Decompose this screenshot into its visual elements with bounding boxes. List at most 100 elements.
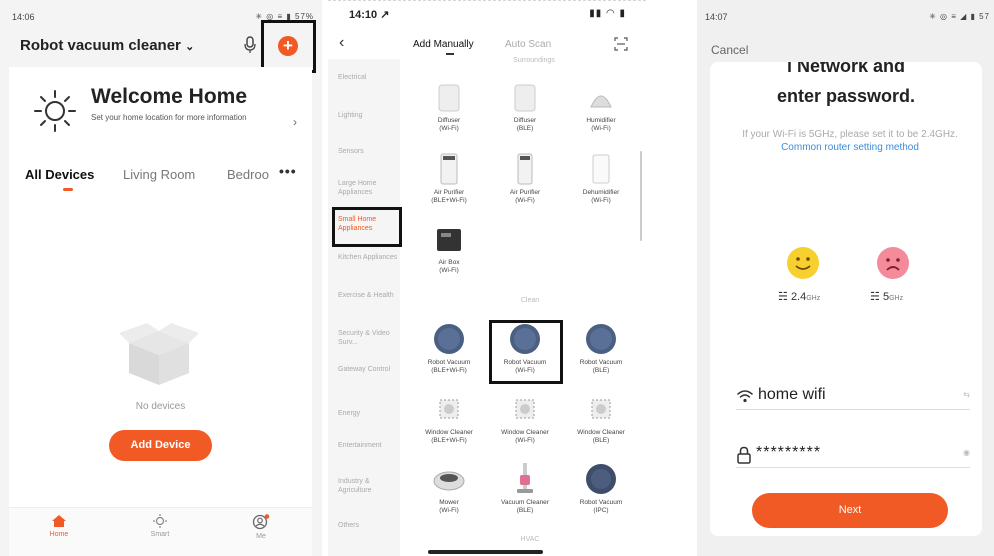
cancel-button[interactable]: Cancel [711,43,748,57]
device-air-purifier-ble-wifi[interactable]: Air Purifier (BLE+Wi-Fi) [412,151,486,205]
status-icons: ▮▮ ◠ ▮ [589,8,626,19]
air-purifier-icon [440,153,458,185]
tab-auto-scan[interactable]: Auto Scan [505,39,551,50]
home-icon [52,515,66,527]
device-protocol: (Wi-Fi) [439,125,459,132]
home-name: Robot vacuum cleaner [20,37,181,54]
category-lighting[interactable]: Lighting [338,111,398,120]
band-5ghz: ☵ 5GHz [870,290,903,303]
category-entertainment[interactable]: Entertainment [338,441,398,450]
category-gateway[interactable]: Gateway Control [338,365,398,374]
category-energy[interactable]: Energy [338,409,398,418]
device-mower-wifi[interactable]: Mower (Wi-Fi) [412,461,486,515]
home-indicator [428,550,543,554]
diffuser-icon [514,84,536,112]
category-electrical[interactable]: Electrical [338,73,398,82]
tab-living-room[interactable]: Living Room [123,167,195,182]
add-device-panel: 14:10 ↗ ▮▮ ◠ ▮ ‹ Add Manually Auto Scan … [328,0,646,556]
location-hint[interactable]: Set your home location for more informat… [91,113,251,123]
category-security[interactable]: Security & Video Surv... [338,329,398,347]
password-value: ********* [756,444,822,461]
device-air-purifier-wifi[interactable]: Air Purifier (Wi-Fi) [488,151,562,205]
back-arrow-icon[interactable]: ‹ [339,34,344,52]
wifi-setup-panel: 14:07 ✳ ◎ ≡ ◢ ▮ 57 Cancel i Network and … [697,0,994,556]
sad-face-icon [877,247,909,279]
switch-network-icon[interactable]: ⇆ [963,390,970,399]
device-name: Vacuum Cleaner [501,499,549,506]
device-name: Window Cleaner [577,429,625,436]
device-vacuum-cleaner-ble[interactable]: Vacuum Cleaner (BLE) [488,461,562,515]
device-protocol: (BLE+Wi-Fi) [431,437,467,444]
router-setting-link[interactable]: Common router setting method [781,142,919,153]
device-window-cleaner-ble-wifi[interactable]: Window Cleaner (BLE+Wi-Fi) [412,391,486,445]
device-name: Diffuser [513,117,537,124]
empty-box-icon [119,323,199,385]
nav-home[interactable]: Home [29,514,89,538]
mower-icon [433,471,465,491]
smart-icon [153,514,167,528]
device-name: Mower [439,499,459,506]
add-plus-button[interactable]: + [278,36,298,56]
vacuum-cleaner-icon [517,463,533,493]
eye-icon[interactable]: ◉ [963,448,970,457]
device-humidifier-wifi[interactable]: Humidifier (Wi-Fi) [564,79,638,133]
category-industry[interactable]: Industry & Agriculture [338,477,398,495]
next-button[interactable]: Next [752,493,948,528]
status-time: 14:07 [705,12,728,22]
device-protocol: (Wi-Fi) [591,197,611,204]
device-window-cleaner-wifi[interactable]: Window Cleaner (Wi-Fi) [488,391,562,445]
device-name: Air Purifier [509,189,541,196]
device-protocol: (BLE) [592,437,610,444]
device-name: Window Cleaner [425,429,473,436]
active-tab-indicator [63,188,73,191]
category-sensors[interactable]: Sensors [338,147,398,156]
chevron-down-icon: ⌄ [185,41,195,53]
wifi-hint: If your Wi-Fi is 5GHz, please set it to … [740,128,960,154]
device-name: Robot Vacuum [579,359,623,366]
password-field[interactable]: ********* ◉ [736,442,970,468]
device-diffuser-wifi[interactable]: Diffuser (Wi-Fi) [412,79,486,133]
device-window-cleaner-ble[interactable]: Window Cleaner (BLE) [564,391,638,445]
device-dehumidifier-wifi[interactable]: Dehumidifier (Wi-Fi) [564,151,638,205]
device-air-box-wifi[interactable]: Air Box (Wi-Fi) [412,221,486,275]
status-icons: ✳ ◎ ≡ ◢ ▮ 57 [929,12,990,21]
tab-bedroom[interactable]: Bedroo [227,167,275,182]
nav-me[interactable]: Me [231,514,291,540]
category-large-appliances[interactable]: Large Home Appliances [338,179,398,197]
device-protocol: (BLE+Wi-Fi) [431,197,467,204]
robot-vacuum-icon [586,464,616,494]
humidifier-icon [590,95,612,108]
device-robot-vacuum-ble[interactable]: Robot Vacuum (BLE) [564,321,638,375]
wifi-name-field[interactable]: home wifi ⇆ [736,384,970,410]
chevron-right-icon[interactable]: › [293,115,297,129]
page-title-line2: enter password. [776,86,916,106]
tab-all-devices[interactable]: All Devices [25,167,94,182]
more-tabs-button[interactable]: ••• [279,163,297,179]
status-time: 14:06 [12,12,35,22]
bottom-nav: Home Smart Me [9,507,312,556]
microphone-icon[interactable] [244,36,256,54]
active-tab-indicator [446,53,454,55]
scan-icon[interactable] [614,37,628,51]
category-others[interactable]: Others [338,521,398,530]
robot-vacuum-icon [586,324,616,354]
home-selector[interactable]: Robot vacuum cleaner ⌄ [20,37,194,54]
window-cleaner-icon [515,399,535,419]
device-name: Window Cleaner [501,429,549,436]
category-sidebar: Electrical Lighting Sensors Large Home A… [328,59,400,556]
add-device-button[interactable]: Add Device [109,430,212,461]
scrollbar[interactable] [640,151,642,241]
dehumidifier-icon [592,154,610,184]
device-robot-vacuum-ipc[interactable]: Robot Vacuum (IPC) [564,461,638,515]
nav-smart[interactable]: Smart [130,514,190,538]
welcome-title: Welcome Home [91,85,247,108]
device-protocol: (BLE) [516,507,534,514]
device-name: Dehumidifier [582,189,620,196]
nav-smart-label: Smart [150,531,170,538]
device-diffuser-ble[interactable]: Diffuser (BLE) [488,79,562,133]
category-kitchen[interactable]: Kitchen Appliances [338,253,398,262]
device-robot-vacuum-ble-wifi[interactable]: Robot Vacuum (BLE+Wi-Fi) [412,321,486,375]
tab-add-manually[interactable]: Add Manually [413,39,474,50]
wifi-icon: ☵ [778,291,788,303]
category-exercise[interactable]: Exercise & Health [338,291,398,300]
